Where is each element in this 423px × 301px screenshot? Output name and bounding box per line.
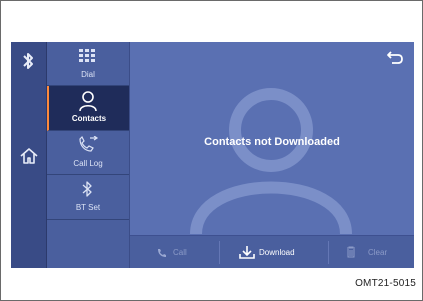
contacts-panel: Contacts not Downloaded Call Download Cl… xyxy=(130,42,414,268)
menu-item-label: BT Set xyxy=(75,203,101,212)
dialpad-icon xyxy=(79,49,95,62)
call-label: Call xyxy=(173,248,187,257)
status-column xyxy=(11,42,47,268)
figure-caption: OMT21-5015 xyxy=(355,278,416,289)
trash-icon xyxy=(347,246,355,258)
bluetooth-status-icon xyxy=(23,53,33,69)
call-button[interactable]: Call xyxy=(130,236,218,268)
action-bar: Call Download Clear xyxy=(130,235,414,268)
contact-silhouette-icon xyxy=(190,88,352,234)
phone-menu: Dial Contacts Call Log BT Set xyxy=(47,42,129,268)
clear-button[interactable]: Clear xyxy=(329,236,414,268)
person-icon xyxy=(79,91,97,112)
home-icon[interactable] xyxy=(19,146,39,166)
call-log-icon xyxy=(79,136,99,152)
phone-icon xyxy=(158,249,166,257)
menu-item-label: Dial xyxy=(81,70,95,79)
menu-item-contacts[interactable]: Contacts xyxy=(47,86,129,131)
clear-label: Clear xyxy=(368,248,388,257)
menu-item-dial[interactable]: Dial xyxy=(47,42,129,86)
menu-item-label: Call Log xyxy=(73,159,103,168)
menu-item-label: Contacts xyxy=(71,114,107,123)
menu-item-bt-set[interactable]: BT Set xyxy=(47,175,129,220)
infotainment-screen: Dial Contacts Call Log BT Set Contacts n… xyxy=(11,42,414,268)
figure-frame: Dial Contacts Call Log BT Set Contacts n… xyxy=(0,0,423,301)
download-button[interactable]: Download xyxy=(220,236,327,268)
back-icon[interactable] xyxy=(386,50,404,64)
bluetooth-icon xyxy=(82,181,92,197)
menu-item-call-log[interactable]: Call Log xyxy=(47,131,129,175)
download-icon xyxy=(239,246,255,259)
empty-state-message: Contacts not Downloaded xyxy=(204,136,340,148)
download-label: Download xyxy=(259,248,295,257)
